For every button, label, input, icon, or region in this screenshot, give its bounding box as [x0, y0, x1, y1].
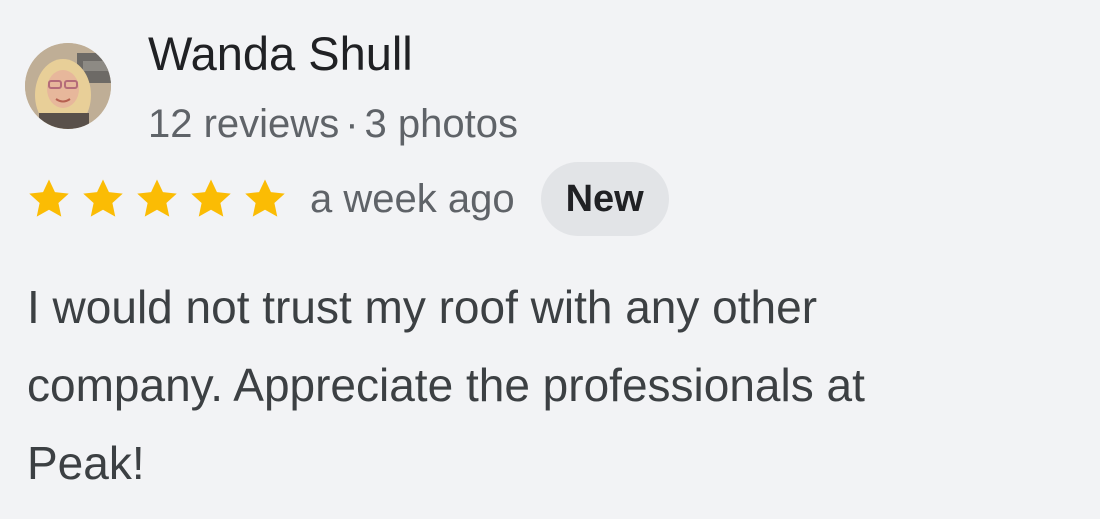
review-text-line: company. Appreciate the professionals at	[27, 359, 865, 411]
new-badge: New	[540, 162, 669, 236]
star-icon	[26, 176, 72, 222]
review-text-line: I would not trust my roof with any other	[27, 281, 818, 333]
star-icon	[134, 176, 180, 222]
review-card: Wanda Shull 12 reviews · 3 photos a week a…	[0, 0, 1100, 519]
reviewer-meta: 12 reviews · 3 photos	[148, 100, 518, 148]
star-rating	[26, 176, 296, 222]
review-date: a week ago	[310, 176, 515, 221]
star-icon	[188, 176, 234, 222]
star-icon	[80, 176, 126, 222]
star-icon	[242, 176, 288, 222]
avatar[interactable]	[25, 43, 111, 129]
reviewer-name[interactable]: Wanda Shull	[148, 26, 413, 82]
avatar-photo	[25, 43, 111, 129]
reviews-count: 12 reviews	[148, 102, 340, 146]
rating-row: a week ago New	[26, 162, 669, 236]
meta-separator: ·	[345, 102, 359, 146]
photos-count: 3 photos	[364, 102, 518, 146]
review-text-line: Peak!	[27, 437, 145, 489]
review-text: I would not trust my roof with any other…	[27, 268, 1087, 502]
